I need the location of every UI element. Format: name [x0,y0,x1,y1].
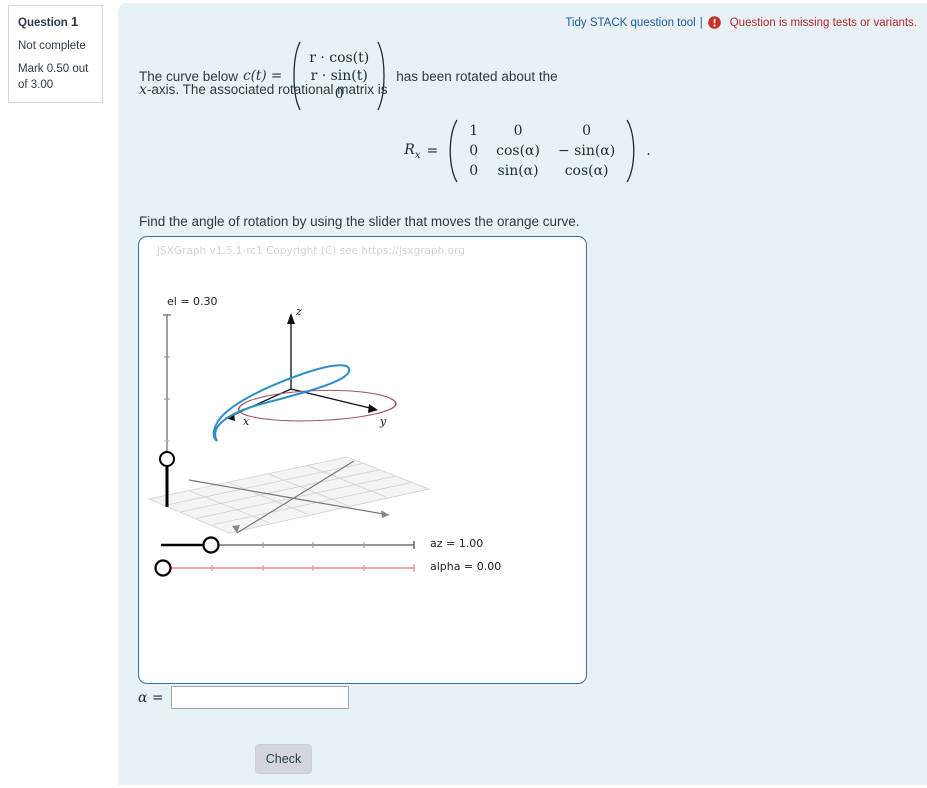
answer-row: α = [138,686,349,709]
left-paren-icon [288,40,302,112]
matrix-period: . [646,143,651,159]
matrix-cell: cos(α) [564,163,609,179]
right-paren-icon [624,118,640,184]
statement-line-1: The curve below c(t) = r · cos(t) r · si… [139,40,558,112]
right-paren-icon [376,40,390,112]
x-axis-label: x [243,415,250,428]
find-instruction: Find the angle of rotation by using the … [139,214,580,229]
matrix-cell: 0 [469,163,479,179]
matrix-cell: 0 [582,123,592,139]
matrix-cell: cos(α) [496,143,540,159]
matrix-entries: 1 0 0 0 cos(α) − sin(α) 0 sin(α) cos(α) [460,121,624,181]
el-slider-handle [159,451,175,467]
axis-symbol: x [139,82,147,98]
check-button[interactable]: Check [255,744,312,774]
header-separator: | [699,16,703,29]
left-paren-icon [444,118,460,184]
el-slider-track [163,314,171,507]
alpha-slider-track [161,564,415,572]
stack-tool-header: Tidy STACK question tool | Question is m… [565,16,917,29]
matrix-cell: 0 [513,123,523,139]
vector-entry: r · cos(t) [309,50,370,66]
question-state: Not complete [18,39,86,52]
rotation-matrix-block: Rx = 1 0 0 0 cos(α) − sin(α) 0 sin(α) co… [118,118,927,184]
question-mark: Mark 0.50 out of 3.00 [18,63,89,91]
statement-line-2-text: -axis. The associated rotational matrix … [146,82,388,97]
stack-warning-message: Question is missing tests or variants. [729,16,917,29]
matrix-cell: 0 [469,143,479,159]
matrix-equals: = [426,143,439,159]
answer-label: α = [138,689,164,706]
answer-input[interactable] [170,686,349,709]
exclamation-circle-icon [707,16,721,29]
question-heading: Question 1 [18,13,94,32]
jsxgraph-board[interactable]: JSXGraph v1.5.1-rc1 Copyright (C) see ht… [138,236,587,684]
matrix-cell: − sin(α) [557,143,616,159]
question-label: Question [18,17,68,29]
az-slider-handle [202,536,220,554]
question-info-box: Question 1 Not complete Mark 0.50 out of… [8,5,103,104]
alpha-slider-label: alpha = 0.00 [430,560,502,573]
y-axis-label: y [380,415,387,428]
z-axis-label: z [296,305,302,318]
statement-suffix: has been rotated about the [396,68,558,84]
rotation-matrix: 1 0 0 0 cos(α) − sin(α) 0 sin(α) cos(α) [444,118,640,184]
matrix-name: Rx [404,141,421,161]
tidy-stack-tool-link[interactable]: Tidy STACK question tool [565,17,695,29]
grid-plane [147,456,431,534]
alpha-slider-handle [154,559,172,577]
statement-line-2: x-axis. The associated rotational matrix… [139,82,388,98]
axes-3d [228,317,375,418]
question-number: 1 [71,14,79,29]
matrix-cell: sin(α) [497,163,539,179]
column-vector: r · cos(t) r · sin(t) 0 [288,40,390,112]
matrix-cell: 1 [469,123,479,139]
rotated-curve [212,364,351,442]
el-slider-label: el = 0.30 [167,295,218,308]
question-page: Question 1 Not complete Mark 0.50 out of… [0,0,927,788]
az-slider-track [161,541,415,549]
question-panel: Tidy STACK question tool | Question is m… [118,3,927,785]
az-slider-label: az = 1.00 [430,537,484,550]
